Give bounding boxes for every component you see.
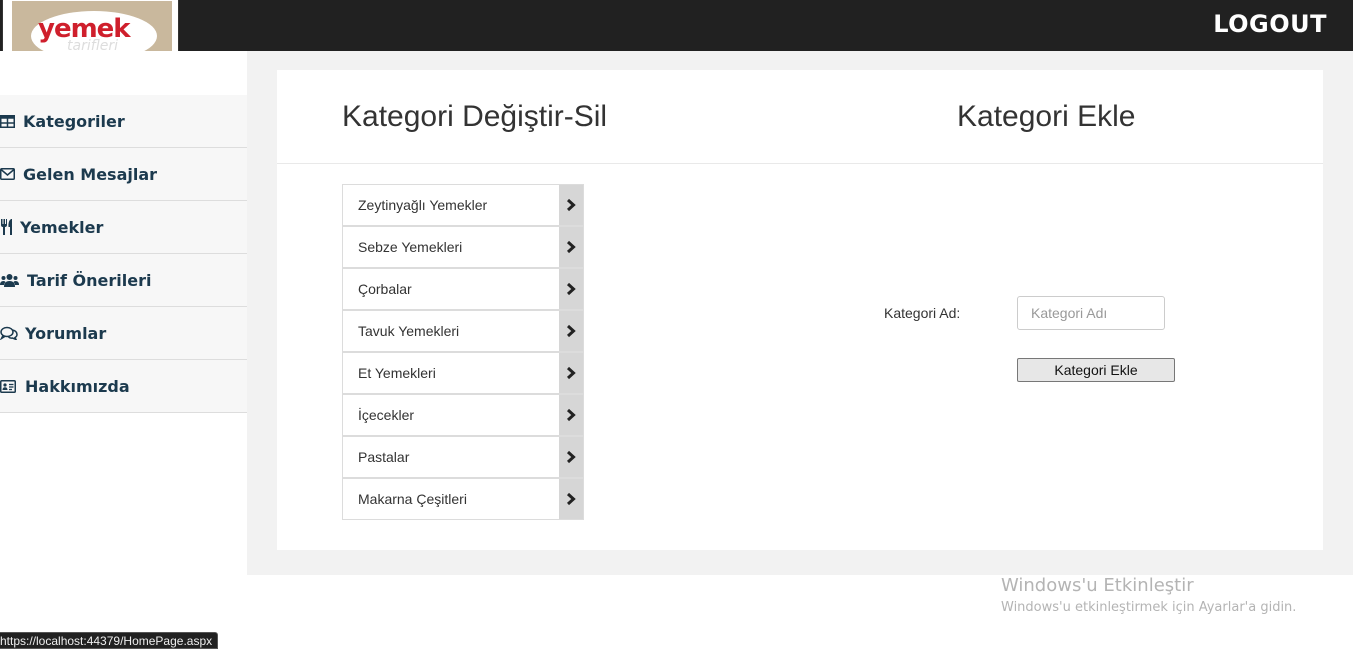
chevron-right-icon[interactable] <box>559 227 583 267</box>
chevron-right-icon[interactable] <box>559 269 583 309</box>
sidebar-item-gelen-mesajlar[interactable]: Gelen Mesajlar <box>0 148 247 201</box>
category-label: Tavuk Yemekleri <box>358 323 460 339</box>
id-card-icon <box>0 377 20 395</box>
chevron-right-icon[interactable] <box>559 395 583 435</box>
chevron-right-icon[interactable] <box>559 311 583 351</box>
sidebar-item-hakkimizda[interactable]: Hakkımızda <box>0 360 247 413</box>
list-item[interactable]: Sebze Yemekleri <box>342 226 584 268</box>
users-icon <box>0 271 22 289</box>
category-label: Çorbalar <box>358 281 412 297</box>
category-label: Zeytinyağlı Yemekler <box>358 197 488 213</box>
chevron-right-icon[interactable] <box>559 353 583 393</box>
category-label: Pastalar <box>358 449 410 465</box>
comments-icon <box>0 324 20 342</box>
sidebar-item-label: Yemekler <box>20 217 104 237</box>
chevron-right-icon[interactable] <box>559 185 583 225</box>
sidebar-item-kategoriler[interactable]: Kategoriler <box>0 95 247 148</box>
add-category-button[interactable]: Kategori Ekle <box>1017 358 1175 382</box>
category-name-label: Kategori Ad: <box>884 305 961 321</box>
add-category-heading: Kategori Ekle <box>957 100 1136 133</box>
list-item[interactable]: Pastalar <box>342 436 584 478</box>
list-item[interactable]: İçecekler <box>342 394 584 436</box>
edit-delete-heading: Kategori Değiştir-Sil <box>342 100 608 133</box>
sidebar-item-label: Kategoriler <box>23 111 125 131</box>
sidebar-item-label: Hakkımızda <box>25 376 130 396</box>
list-item[interactable]: Et Yemekleri <box>342 352 584 394</box>
list-item[interactable]: Tavuk Yemekleri <box>342 310 584 352</box>
list-item[interactable]: Çorbalar <box>342 268 584 310</box>
chevron-right-icon[interactable] <box>559 479 583 519</box>
sidebar: Kategoriler Gelen Mesajlar Yemekler Tari… <box>0 51 247 649</box>
sidebar-item-yorumlar[interactable]: Yorumlar <box>0 307 247 360</box>
list-item[interactable]: Zeytinyağlı Yemekler <box>342 184 584 226</box>
category-label: Et Yemekleri <box>358 365 436 381</box>
activation-watermark-subtitle: Windows'u etkinleştirmek için Ayarlar'a … <box>1001 600 1297 615</box>
category-label: Makarna Çeşitleri <box>358 491 467 507</box>
activation-watermark-title: Windows'u Etkinleştir <box>1001 575 1194 596</box>
sidebar-item-tarif-onerileri[interactable]: Tarif Önerileri <box>0 254 247 307</box>
list-item[interactable]: Makarna Çeşitleri <box>342 478 584 520</box>
category-label: İçecekler <box>358 407 415 423</box>
category-name-input[interactable] <box>1017 296 1165 330</box>
table-icon <box>0 112 18 130</box>
utensils-icon <box>0 218 18 236</box>
top-navbar: yemek tarifleri LOGOUT <box>0 0 1353 70</box>
sidebar-item-label: Tarif Önerileri <box>27 270 152 290</box>
status-url: https://localhost:44379/HomePage.aspx <box>0 632 219 649</box>
category-label: Sebze Yemekleri <box>358 239 463 255</box>
logout-link[interactable]: LOGOUT <box>1213 10 1327 38</box>
envelope-icon <box>0 165 18 183</box>
chevron-right-icon[interactable] <box>559 437 583 477</box>
sidebar-item-label: Yorumlar <box>25 323 107 343</box>
category-list: Zeytinyağlı Yemekler Sebze Yemekleri Çor… <box>342 184 584 520</box>
sidebar-item-label: Gelen Mesajlar <box>23 164 158 184</box>
sidebar-item-yemekler[interactable]: Yemekler <box>0 201 247 254</box>
category-panel: Kategori Değiştir-Sil Kategori Ekle Zeyt… <box>277 70 1323 550</box>
divider <box>277 163 1323 164</box>
